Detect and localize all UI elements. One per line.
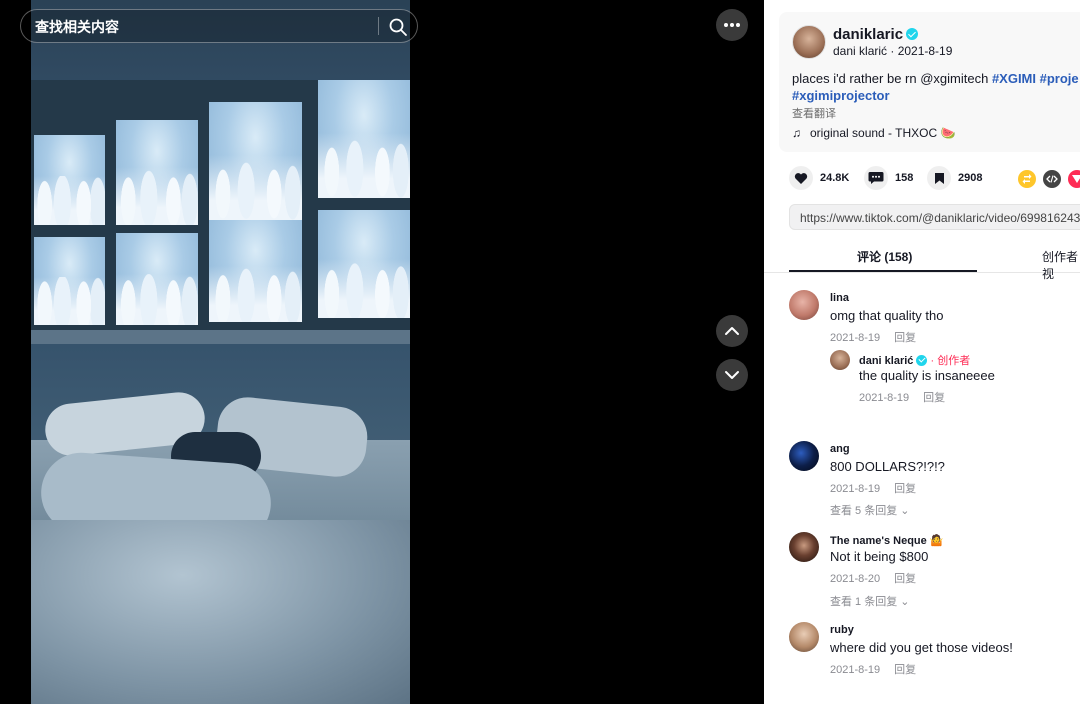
comment-count: 158 [895, 172, 914, 184]
hashtag-link[interactable]: #XGIMI [992, 71, 1036, 86]
comment-author[interactable]: dani klarić · 创作者 [859, 352, 970, 368]
video-window [31, 80, 410, 342]
comment-author[interactable]: ruby [830, 624, 854, 636]
comment-text: where did you get those videos! [830, 640, 1013, 655]
comment-meta: 2021-8-19 回复 [859, 389, 945, 405]
comment-text: Not it being $800 [830, 549, 929, 564]
repost-icon[interactable] [1018, 170, 1036, 188]
verified-icon [916, 354, 928, 366]
reply-button[interactable]: 回复 [923, 392, 945, 404]
creator-badge: · 创作者 [930, 355, 971, 367]
like-button[interactable]: 24.8K [789, 166, 849, 190]
avatar[interactable] [830, 350, 850, 370]
video-blanket [31, 520, 410, 704]
avatar[interactable] [789, 290, 819, 320]
sound-link[interactable]: ♫ original sound - THXOC 🍉 [792, 126, 955, 140]
scroll-fade [764, 682, 1080, 704]
active-tab-indicator [789, 270, 977, 272]
avatar[interactable] [789, 441, 819, 471]
video-player-area [0, 0, 764, 704]
details-panel: daniklaric dani klarić · 2021-8-19 place… [764, 0, 1080, 704]
comment-date: 2021-8-19 [859, 392, 910, 404]
comment-author[interactable]: lina [830, 292, 849, 304]
heart-icon [789, 166, 813, 190]
previous-video-button[interactable] [716, 315, 748, 347]
author-subline: dani klarić · 2021-8-19 [833, 44, 953, 58]
view-replies-button[interactable]: 查看 5 条回复 ⌄ [830, 502, 910, 518]
comment-date: 2021-8-19 [830, 483, 881, 495]
save-button[interactable]: 2908 [927, 166, 982, 190]
comment-meta: 2021-8-19 回复 [830, 329, 916, 345]
username-text: daniklaric [833, 26, 904, 43]
post-info-card: daniklaric dani klarić · 2021-8-19 place… [779, 12, 1080, 152]
reply-button[interactable]: 回复 [894, 664, 916, 676]
reply-author-name: dani klarić [859, 355, 914, 367]
view-replies-button[interactable]: 查看 1 条回复 ⌄ [830, 593, 910, 609]
search-button[interactable] [387, 16, 409, 38]
search-icon [389, 18, 407, 36]
send-icon[interactable] [1068, 170, 1080, 188]
more-options-button[interactable] [716, 9, 748, 41]
comment-text: the quality is insaneeee [859, 368, 995, 383]
tab-creator-videos[interactable]: 创作者视 [1042, 248, 1080, 282]
search-input[interactable] [33, 10, 377, 44]
bookmark-icon [927, 166, 951, 190]
translate-link[interactable]: 查看翻译 [792, 105, 836, 121]
more-icon [724, 23, 740, 27]
tab-comments[interactable]: 评论 (158) [857, 248, 912, 265]
hashtag-link[interactable]: #xgimiprojector [792, 88, 890, 103]
post-description: places i'd rather be rn @xgimitech #XGIM… [792, 70, 1080, 104]
search-divider [378, 17, 379, 35]
author-username[interactable]: daniklaric [833, 26, 919, 43]
sound-name: original sound - THXOC 🍉 [810, 126, 956, 140]
comment-text: omg that quality tho [830, 308, 944, 323]
reply-button[interactable]: 回复 [894, 332, 916, 344]
comment-author[interactable]: ang [830, 443, 850, 455]
comment-date: 2021-8-19 [830, 664, 881, 676]
comment-meta: 2021-8-19 回复 [830, 480, 916, 496]
verified-icon [906, 28, 919, 41]
comment-meta: 2021-8-19 回复 [830, 661, 916, 677]
avatar[interactable] [789, 622, 819, 652]
avatar[interactable] [792, 25, 826, 59]
video-sill [31, 330, 410, 344]
music-note-icon: ♫ [792, 126, 801, 140]
save-count: 2908 [958, 172, 983, 184]
video-link: https://www.tiktok.com/@daniklaric/video… [800, 211, 1080, 225]
embed-icon[interactable] [1043, 170, 1061, 188]
search-bar [20, 9, 418, 44]
next-video-button[interactable] [716, 359, 748, 391]
comment-date: 2021-8-19 [830, 332, 881, 344]
reply-button[interactable]: 回复 [894, 573, 916, 585]
comment-tabs: 评论 (158) 创作者视 [764, 244, 1080, 281]
action-bar: 24.8K 158 2908 [789, 166, 1080, 190]
avatar[interactable] [789, 532, 819, 562]
copy-link-box[interactable]: https://www.tiktok.com/@daniklaric/video… [789, 204, 1080, 230]
comment-text: 800 DOLLARS?!?!? [830, 459, 945, 474]
comment-author[interactable]: The name's Neque 🤷 [830, 534, 944, 547]
description-text: places i'd rather be rn @xgimitech [792, 71, 992, 86]
chevron-down-icon [725, 371, 739, 379]
comment-icon [864, 166, 888, 190]
hashtag-link[interactable]: #proje [1040, 71, 1079, 86]
comment-meta: 2021-8-20 回复 [830, 570, 916, 586]
comment-button[interactable]: 158 [864, 166, 913, 190]
comment-date: 2021-8-20 [830, 573, 881, 585]
reply-button[interactable]: 回复 [894, 483, 916, 495]
chevron-up-icon [725, 327, 739, 335]
like-count: 24.8K [820, 172, 850, 184]
video-frame[interactable] [31, 0, 410, 704]
